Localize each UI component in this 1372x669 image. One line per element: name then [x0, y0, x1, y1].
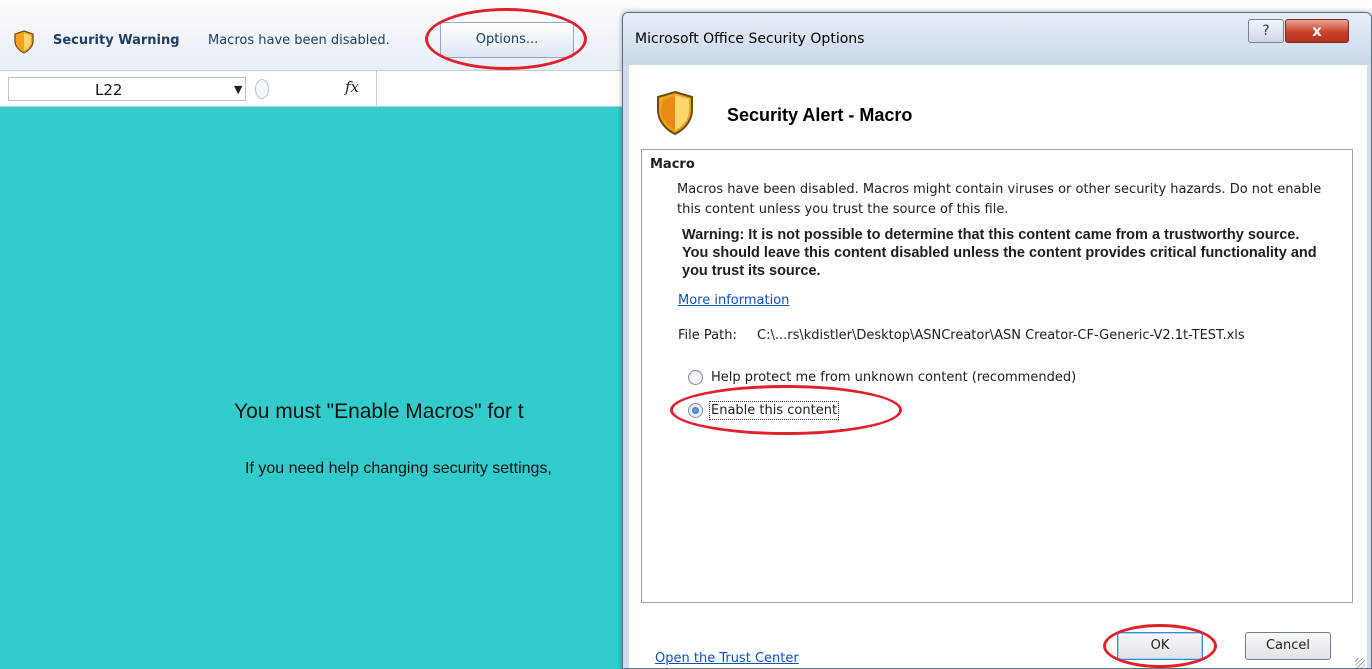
macro-group-box: Macro Macros have been disabled. Macros … — [641, 149, 1353, 603]
radio-button-selected[interactable] — [688, 403, 703, 418]
resize-grip-icon[interactable] — [1355, 658, 1365, 668]
formula-bar-divider — [376, 71, 377, 108]
security-options-dialog: Microsoft Office Security Options ? x Se… — [622, 12, 1372, 669]
security-warning-title: Security Warning — [53, 33, 180, 48]
security-alert-title: Security Alert - Macro — [727, 105, 913, 125]
radio-help-protect[interactable]: Help protect me from unknown content (re… — [688, 370, 1076, 385]
options-button[interactable]: Options... — [440, 22, 574, 58]
radio-label[interactable]: Enable this content — [708, 401, 840, 420]
help-text: If you need help changing security setti… — [245, 460, 552, 477]
security-warning-text: Macros have been disabled. — [208, 33, 390, 48]
security-shield-icon — [14, 30, 34, 54]
formula-bar: L22 ▼ fx — [0, 70, 640, 108]
file-path-value: C:\...rs\kdistler\Desktop\ASNCreator\ASN… — [757, 328, 1245, 343]
formula-bar-handle[interactable] — [255, 79, 269, 99]
group-title: Macro — [650, 157, 695, 172]
name-box[interactable]: L22 ▼ — [8, 77, 246, 101]
ok-button[interactable]: OK — [1117, 632, 1203, 660]
macro-description: Macros have been disabled. Macros might … — [677, 182, 1322, 217]
warning-text: Warning: It is not possible to determine… — [682, 227, 1317, 279]
help-button[interactable]: ? — [1248, 19, 1284, 43]
dialog-titlebar[interactable]: Microsoft Office Security Options ? x — [623, 13, 1371, 65]
more-information-link[interactable]: More information — [678, 293, 789, 308]
radio-label[interactable]: Help protect me from unknown content (re… — [711, 370, 1076, 385]
chevron-down-icon[interactable]: ▼ — [234, 83, 242, 96]
name-box-value: L22 — [95, 81, 123, 99]
dialog-content: Security Alert - Macro Macro Macros have… — [629, 65, 1367, 668]
insert-function-icon[interactable]: fx — [345, 78, 359, 96]
dialog-title: Microsoft Office Security Options — [635, 31, 865, 47]
open-trust-center-link[interactable]: Open the Trust Center — [655, 651, 799, 666]
radio-enable-content[interactable]: Enable this content — [688, 401, 840, 420]
worksheet[interactable]: You must "Enable Macros" for t If you ne… — [0, 107, 640, 669]
file-path-label: File Path: — [678, 328, 737, 343]
cancel-button[interactable]: Cancel — [1245, 632, 1331, 660]
enable-macros-heading: You must "Enable Macros" for t — [234, 400, 524, 423]
security-shield-icon — [657, 90, 693, 136]
radio-button[interactable] — [688, 370, 703, 385]
security-message-bar: Security Warning Macros have been disabl… — [0, 0, 640, 80]
close-button[interactable]: x — [1285, 19, 1349, 43]
